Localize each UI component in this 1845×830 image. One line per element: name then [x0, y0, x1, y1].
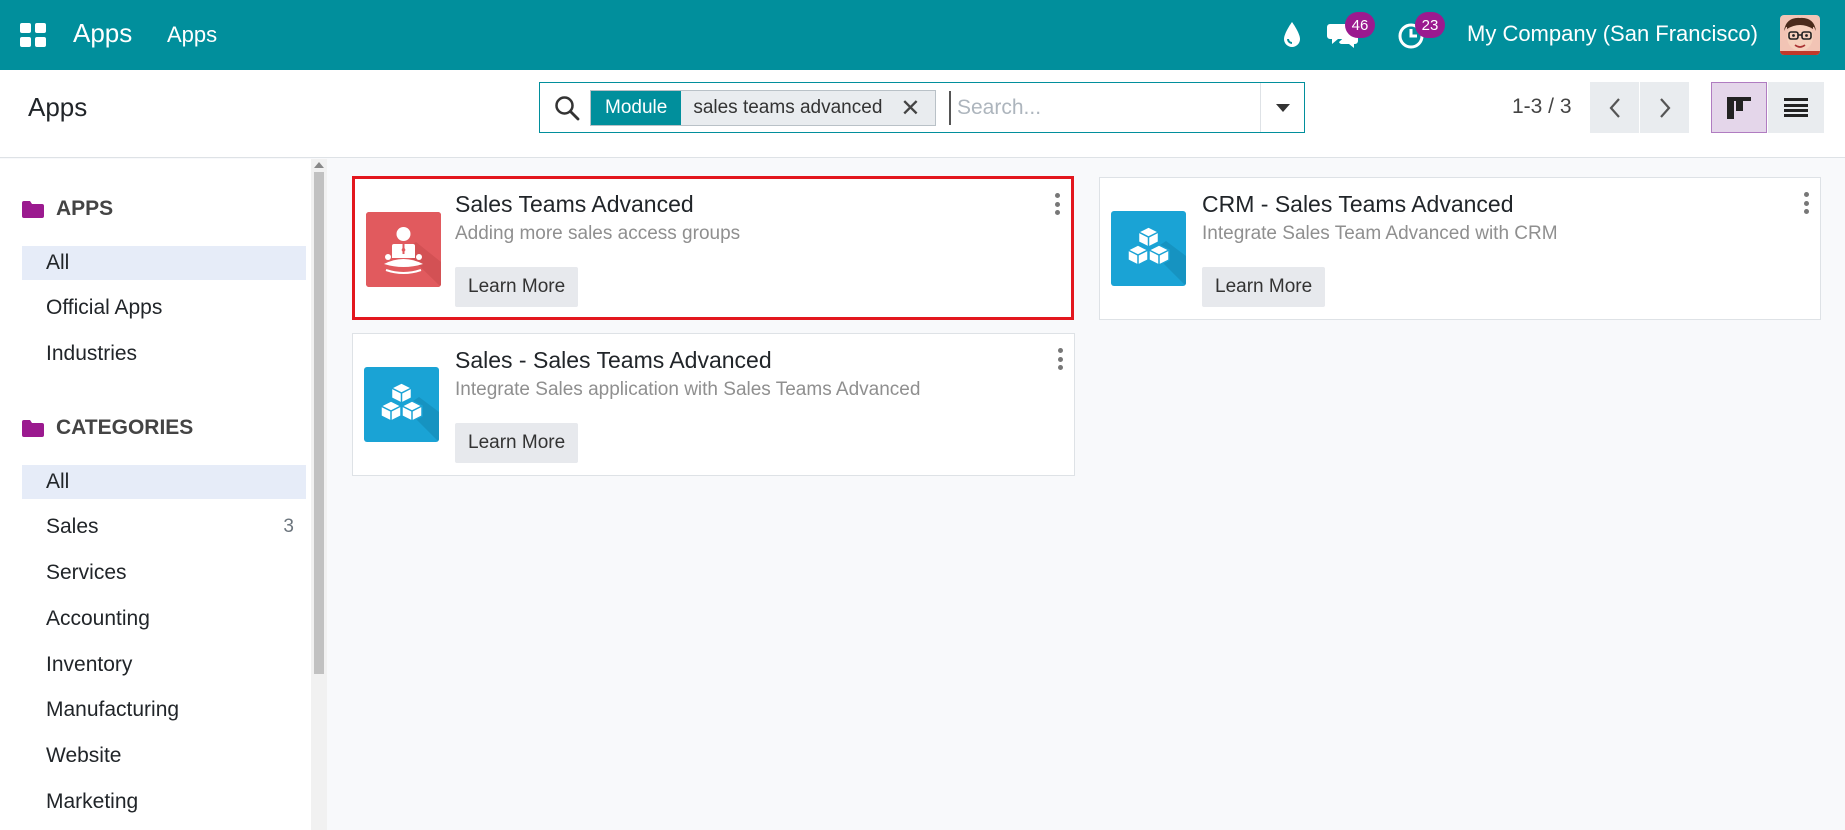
sidebar-item-industries[interactable]: Industries: [22, 337, 306, 371]
categories-heading-label: CATEGORIES: [56, 416, 194, 439]
apps-section-heading: APPS: [22, 197, 113, 221]
search-icon[interactable]: [554, 95, 580, 121]
search-facet: Module sales teams advanced ✕: [590, 90, 936, 126]
sidebar-item-category-manufacturing[interactable]: Manufacturing: [22, 693, 306, 727]
cubes-icon: [1111, 211, 1186, 286]
search-options-toggle[interactable]: [1260, 83, 1304, 132]
search-panel-sidebar: APPS All Official Apps Industries CATEGO…: [0, 159, 315, 830]
user-avatar[interactable]: [1780, 15, 1820, 55]
facet-value: sales teams advanced: [693, 97, 883, 118]
navbar-menu-apps[interactable]: Apps: [167, 22, 217, 48]
card-menu-icon[interactable]: [1053, 193, 1061, 215]
app-card-subtitle: Integrate Sales application with Sales T…: [455, 379, 921, 400]
sidebar-item-category-inventory[interactable]: Inventory: [22, 648, 306, 682]
folder-icon: [22, 200, 44, 218]
sidebar-item-category-website[interactable]: Website: [22, 739, 306, 773]
debug-drop-icon[interactable]: [1282, 20, 1302, 53]
search-bar[interactable]: Module sales teams advanced ✕: [539, 82, 1305, 133]
app-card-subtitle: Adding more sales access groups: [455, 223, 741, 244]
facet-remove-icon[interactable]: ✕: [894, 91, 934, 125]
meditation-person-icon: [366, 212, 441, 287]
sidebar-item-category-all[interactable]: All: [22, 465, 306, 499]
list-view-button[interactable]: [1768, 82, 1824, 133]
app-card-sales-teams-advanced[interactable]: Sales Teams Advanced Adding more sales a…: [352, 176, 1074, 320]
app-card-crm-sales-teams-advanced[interactable]: CRM - Sales Teams Advanced Integrate Sal…: [1099, 177, 1821, 320]
folder-icon: [22, 419, 44, 437]
kanban-icon: [1727, 96, 1751, 119]
sidebar-item-count: 3: [283, 516, 294, 537]
caret-down-icon: [1275, 103, 1290, 112]
messages-icon[interactable]: 46: [1327, 12, 1375, 55]
messages-badge: 46: [1345, 12, 1375, 38]
card-menu-icon[interactable]: [1802, 192, 1810, 214]
app-card-title: CRM - Sales Teams Advanced: [1202, 191, 1514, 217]
sidebar-item-category-sales[interactable]: Sales 3: [22, 510, 306, 544]
app-grid-icon[interactable]: [20, 23, 46, 47]
apps-heading-label: APPS: [56, 197, 114, 220]
sidebar-scrollbar-thumb[interactable]: [314, 172, 324, 674]
pager-value[interactable]: 1-3 / 3: [1512, 95, 1572, 119]
navbar-brand[interactable]: Apps: [73, 18, 132, 49]
search-input[interactable]: [949, 91, 1259, 125]
top-navbar: Apps Apps 46 23 My Company (San Francisc…: [0, 0, 1845, 70]
app-card-subtitle: Integrate Sales Team Advanced with CRM: [1202, 223, 1558, 244]
categories-section-heading: CATEGORIES: [22, 416, 193, 440]
cubes-icon: [364, 367, 439, 442]
company-switcher[interactable]: My Company (San Francisco): [1467, 21, 1758, 47]
sidebar-item-category-accounting[interactable]: Accounting: [22, 602, 306, 636]
learn-more-button[interactable]: Learn More: [1202, 267, 1326, 307]
facet-type-label: Module: [591, 91, 682, 125]
page-title: Apps: [28, 92, 88, 122]
chevron-right-icon: [1659, 97, 1670, 118]
sidebar-item-category-services[interactable]: Services: [22, 556, 306, 590]
sidebar-item-category-marketing[interactable]: Marketing: [22, 785, 306, 819]
app-card-title: Sales - Sales Teams Advanced: [455, 347, 772, 373]
sidebar-item-apps-all[interactable]: All: [22, 246, 306, 280]
chevron-left-icon: [1609, 97, 1620, 118]
activities-badge: 23: [1415, 12, 1445, 38]
pager-previous-button[interactable]: [1590, 82, 1639, 133]
list-icon: [1784, 97, 1808, 117]
kanban-view-button[interactable]: [1711, 82, 1767, 133]
sidebar-item-official-apps[interactable]: Official Apps: [22, 291, 306, 325]
scroll-up-arrow-icon[interactable]: [314, 162, 324, 168]
control-panel: Apps Module sales teams advanced ✕ 1-3 /…: [0, 70, 1845, 158]
learn-more-button[interactable]: Learn More: [455, 267, 579, 307]
pager-next-button[interactable]: [1640, 82, 1689, 133]
card-menu-icon[interactable]: [1056, 348, 1064, 370]
sidebar-item-label: Sales: [46, 515, 99, 538]
learn-more-button[interactable]: Learn More: [455, 423, 579, 463]
app-card-title: Sales Teams Advanced: [455, 191, 694, 217]
activities-clock-icon[interactable]: 23: [1398, 12, 1445, 55]
app-card-sales-sales-teams-advanced[interactable]: Sales - Sales Teams Advanced Integrate S…: [352, 333, 1075, 476]
